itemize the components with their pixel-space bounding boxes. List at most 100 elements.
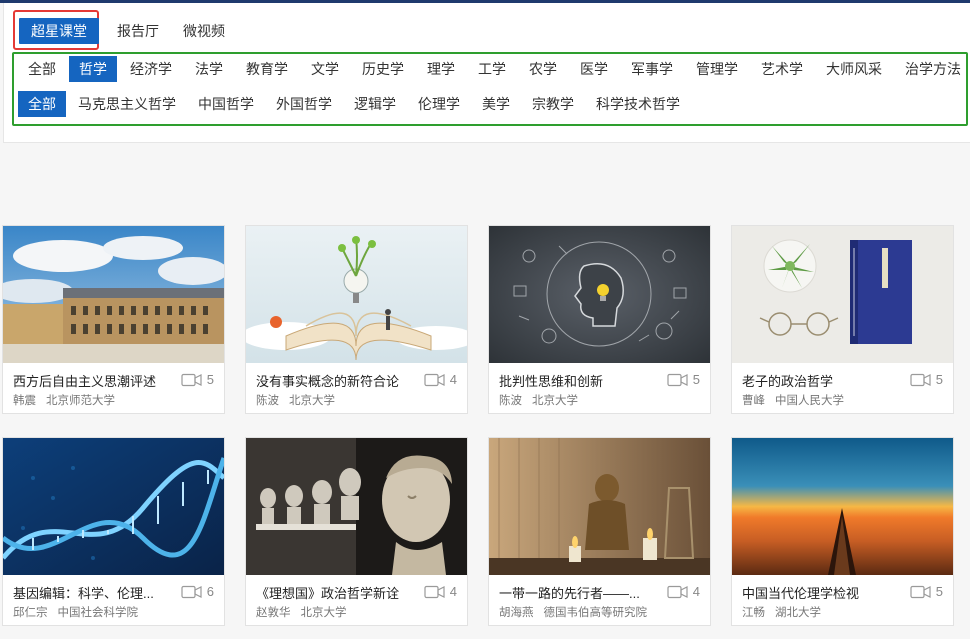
course-card[interactable]: 老子的政治哲学 5 曹峰 中国人民大学	[731, 225, 954, 414]
lesson-count: 5	[667, 372, 700, 387]
lesson-count: 6	[181, 584, 214, 599]
teacher-name: 曹峰	[742, 395, 765, 407]
course-card[interactable]: 没有事实概念的新符合论 4 陈波 北京大学	[245, 225, 468, 414]
category-agriculture[interactable]: 农学	[519, 56, 567, 82]
category-literature[interactable]: 文学	[301, 56, 349, 82]
subcategory-logic[interactable]: 逻辑学	[344, 91, 406, 117]
category-history[interactable]: 历史学	[352, 56, 414, 82]
teacher-name: 赵敦华	[256, 607, 291, 619]
subcategory-aesthetics[interactable]: 美学	[472, 91, 520, 117]
video-camera-icon	[910, 373, 931, 386]
subcategory-philosophy-of-science[interactable]: 科学技术哲学	[586, 91, 690, 117]
course-meta: 陈波 北京大学	[499, 392, 578, 408]
video-camera-icon	[181, 585, 202, 598]
teacher-name: 胡海燕	[499, 607, 534, 619]
course-card[interactable]: 《理想国》政治哲学新诠 4 赵敦华 北京大学	[245, 437, 468, 626]
subcategory-religious-studies[interactable]: 宗教学	[522, 91, 584, 117]
lesson-count-value: 4	[449, 584, 457, 599]
course-card[interactable]: 中国当代伦理学检视 5 江畅 湖北大学	[731, 437, 954, 626]
lesson-count: 5	[910, 584, 943, 599]
course-title[interactable]: 中国当代伦理学检视	[742, 583, 907, 602]
course-thumbnail-dna	[3, 438, 224, 575]
course-meta: 韩震 北京师范大学	[13, 392, 115, 408]
teacher-name: 江畅	[742, 607, 765, 619]
video-camera-icon	[424, 585, 445, 598]
lesson-count-value: 5	[935, 584, 943, 599]
course-thumbnail-busts	[246, 438, 467, 575]
subcategory-all[interactable]: 全部	[18, 91, 66, 117]
course-card[interactable]: 批判性思维和创新 5 陈波 北京大学	[488, 225, 711, 414]
category-masters[interactable]: 大师风采	[816, 56, 892, 82]
lesson-count: 4	[424, 372, 457, 387]
lesson-count: 5	[910, 372, 943, 387]
category-art[interactable]: 艺术学	[751, 56, 813, 82]
category-economics[interactable]: 经济学	[120, 56, 182, 82]
video-camera-icon	[667, 585, 688, 598]
category-row: 全部 哲学 经济学 法学 教育学 文学 历史学 理学 工学 农学 医学 军事学 …	[18, 56, 966, 82]
school-name: 中国人民大学	[775, 395, 844, 407]
category-all[interactable]: 全部	[18, 56, 66, 82]
teacher-name: 韩震	[13, 395, 36, 407]
lesson-count-value: 4	[692, 584, 700, 599]
teacher-name: 邱仁宗	[13, 607, 48, 619]
video-camera-icon	[667, 373, 688, 386]
school-name: 北京师范大学	[46, 395, 115, 407]
course-meta: 陈波 北京大学	[256, 392, 335, 408]
course-card[interactable]: 一带一路的先行者——... 4 胡海燕 德国韦伯高等研究院	[488, 437, 711, 626]
category-engineering[interactable]: 工学	[468, 56, 516, 82]
tab-chaoxing-class[interactable]: 超星课堂	[19, 18, 99, 44]
course-thumbnail-boat	[732, 438, 953, 575]
school-name: 德国韦伯高等研究院	[543, 607, 648, 619]
course-card[interactable]: 西方后自由主义思潮评述 5 韩震 北京师范大学	[2, 225, 225, 414]
category-management[interactable]: 管理学	[686, 56, 748, 82]
course-meta: 赵敦华 北京大学	[256, 604, 347, 620]
subcategory-row: 全部 马克思主义哲学 中国哲学 外国哲学 逻辑学 伦理学 美学 宗教学 科学技术…	[18, 91, 692, 117]
teacher-name: 陈波	[499, 395, 522, 407]
lesson-count-value: 5	[692, 372, 700, 387]
category-military[interactable]: 军事学	[621, 56, 683, 82]
course-thumbnail-plant	[732, 226, 953, 363]
lesson-count: 4	[667, 584, 700, 599]
lesson-count-value: 6	[206, 584, 214, 599]
category-education[interactable]: 教育学	[236, 56, 298, 82]
video-camera-icon	[910, 585, 931, 598]
course-meta: 江畅 湖北大学	[742, 604, 821, 620]
school-name: 北京大学	[289, 395, 335, 407]
course-meta: 邱仁宗 中国社会科学院	[13, 604, 138, 620]
course-title[interactable]: 西方后自由主义思潮评述	[13, 371, 178, 390]
course-title[interactable]: 没有事实概念的新符合论	[256, 371, 421, 390]
course-title[interactable]: 《理想国》政治哲学新诠	[256, 583, 421, 602]
course-meta: 曹峰 中国人民大学	[742, 392, 844, 408]
lesson-count-value: 4	[449, 372, 457, 387]
lesson-count-value: 5	[935, 372, 943, 387]
course-thumbnail-brain	[489, 226, 710, 363]
school-name: 中国社会科学院	[57, 607, 139, 619]
course-thumbnail-buddha	[489, 438, 710, 575]
course-card[interactable]: 基因编辑：科学、伦理... 6 邱仁宗 中国社会科学院	[2, 437, 225, 626]
category-law[interactable]: 法学	[185, 56, 233, 82]
subcategory-chinese-philosophy[interactable]: 中国哲学	[188, 91, 264, 117]
category-philosophy[interactable]: 哲学	[69, 56, 117, 82]
course-thumbnail-palace	[3, 226, 224, 363]
category-study-methods[interactable]: 治学方法	[895, 56, 966, 82]
category-science[interactable]: 理学	[417, 56, 465, 82]
course-title[interactable]: 一带一路的先行者——...	[499, 583, 664, 602]
school-name: 北京大学	[300, 607, 347, 619]
video-camera-icon	[181, 373, 202, 386]
category-medicine[interactable]: 医学	[570, 56, 618, 82]
subcategory-foreign-philosophy[interactable]: 外国哲学	[266, 91, 342, 117]
lesson-count-value: 5	[206, 372, 214, 387]
lesson-count: 5	[181, 372, 214, 387]
tab-lecture-hall[interactable]: 报告厅	[105, 18, 171, 44]
category-filter-box: 全部 哲学 经济学 法学 教育学 文学 历史学 理学 工学 农学 医学 军事学 …	[12, 52, 968, 126]
subcategory-marxist-philosophy[interactable]: 马克思主义哲学	[68, 91, 186, 117]
course-title[interactable]: 基因编辑：科学、伦理...	[13, 583, 178, 602]
course-title[interactable]: 老子的政治哲学	[742, 371, 907, 390]
course-title[interactable]: 批判性思维和创新	[499, 371, 664, 390]
school-name: 北京大学	[532, 395, 578, 407]
video-camera-icon	[424, 373, 445, 386]
tab-micro-video[interactable]: 微视频	[171, 18, 237, 44]
teacher-name: 陈波	[256, 395, 279, 407]
source-tabs: 超星课堂 报告厅 微视频	[14, 12, 237, 50]
subcategory-ethics[interactable]: 伦理学	[408, 91, 470, 117]
